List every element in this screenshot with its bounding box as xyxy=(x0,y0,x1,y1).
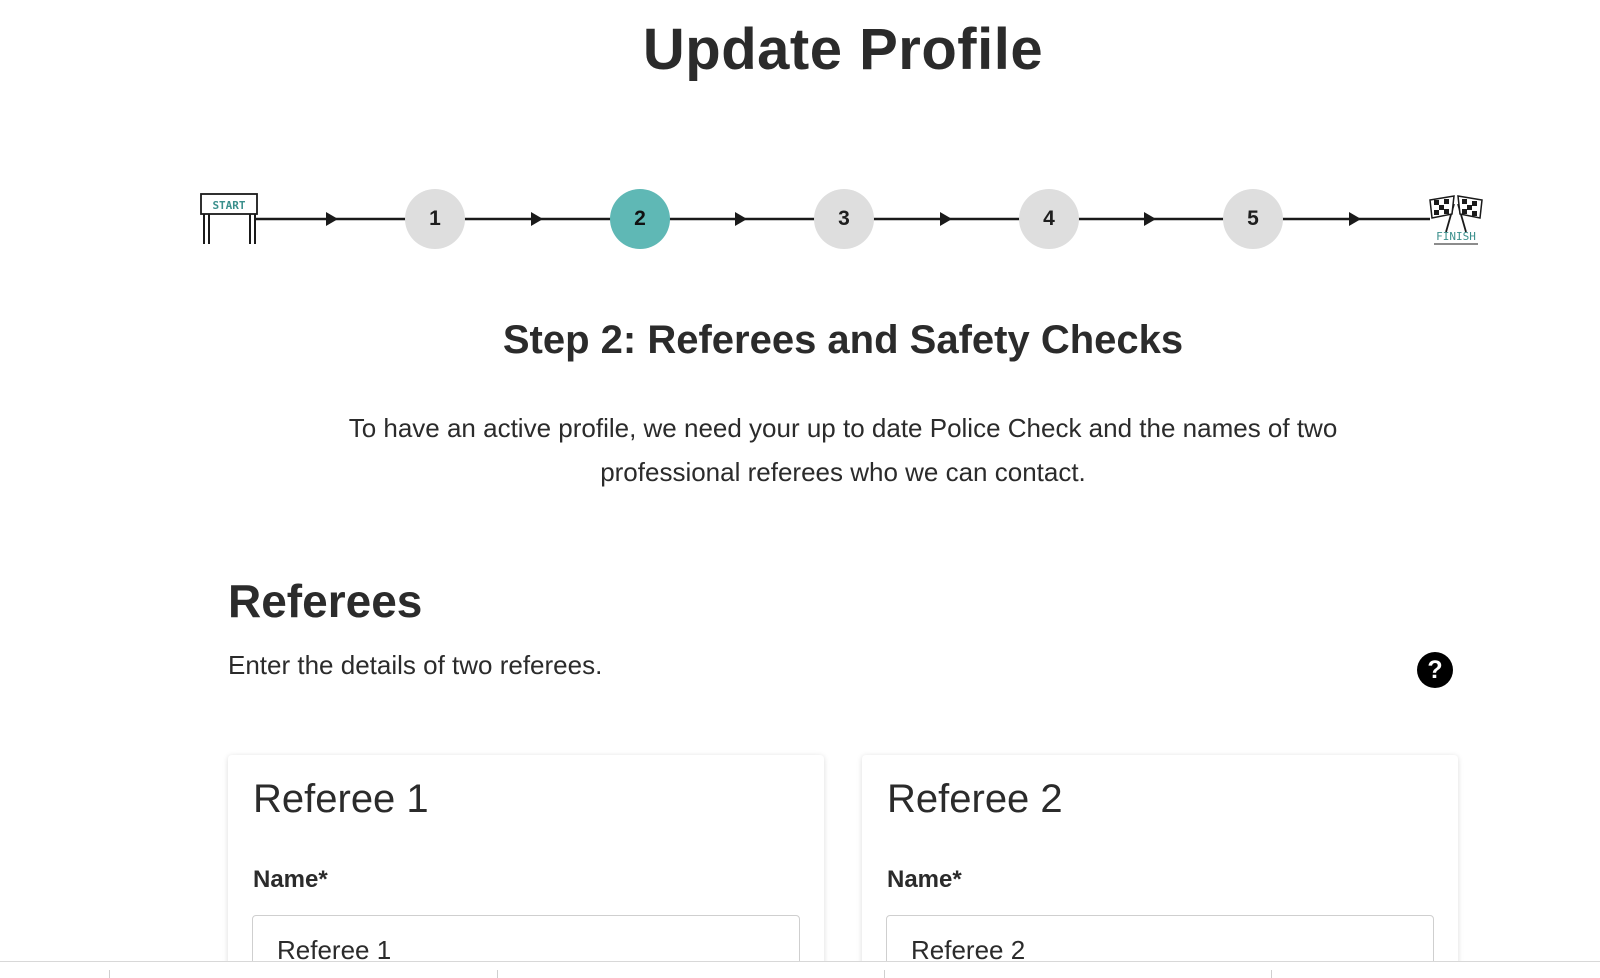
start-banner-icon: START xyxy=(200,193,258,244)
bottom-divider xyxy=(884,970,885,978)
question-circle-icon[interactable]: ? xyxy=(1417,652,1453,688)
step-5-button[interactable]: 5 xyxy=(1223,189,1283,249)
step-4-button[interactable]: 4 xyxy=(1019,189,1079,249)
arrow-icon xyxy=(735,212,747,226)
step-intro: To have an active profile, we need your … xyxy=(270,406,1416,494)
arrow-icon xyxy=(1144,212,1156,226)
progress-track: START FINISH 1 2 3 4 5 xyxy=(200,188,1484,252)
referee-2-card: Referee 2 Name* xyxy=(862,755,1458,978)
bottom-divider xyxy=(497,970,498,978)
referee-1-card: Referee 1 Name* xyxy=(228,755,824,978)
bottom-divider xyxy=(109,970,110,978)
step-intro-line-2: professional referees who we can contact… xyxy=(600,457,1086,487)
referee-1-name-label: Name* xyxy=(253,866,328,893)
step-1-button[interactable]: 1 xyxy=(405,189,465,249)
arrow-icon xyxy=(326,212,338,226)
page-title: Update Profile xyxy=(642,17,1044,82)
step-2-button[interactable]: 2 xyxy=(610,189,670,249)
referee-2-title: Referee 2 xyxy=(887,777,1063,821)
referees-subtitle: Enter the details of two referees. xyxy=(228,650,603,680)
arrow-icon xyxy=(940,212,952,226)
arrow-icon xyxy=(1349,212,1361,226)
referees-title: Referees xyxy=(228,575,423,627)
step-intro-line-1: To have an active profile, we need your … xyxy=(348,413,1338,443)
bottom-bar xyxy=(0,961,1600,978)
referee-1-title: Referee 1 xyxy=(253,777,429,821)
step-3-button[interactable]: 3 xyxy=(814,189,874,249)
step-heading: Step 2: Referees and Safety Checks xyxy=(502,318,1184,362)
start-label: START xyxy=(212,199,245,212)
finish-label: FINISH xyxy=(1436,230,1476,243)
bottom-divider xyxy=(1271,970,1272,978)
referee-2-name-label: Name* xyxy=(887,866,962,893)
arrow-icon xyxy=(531,212,543,226)
page: Update Profile START FINISH 1 2 3 4 5 St… xyxy=(0,0,1600,978)
finish-flags-icon: FINISH xyxy=(1429,195,1483,245)
